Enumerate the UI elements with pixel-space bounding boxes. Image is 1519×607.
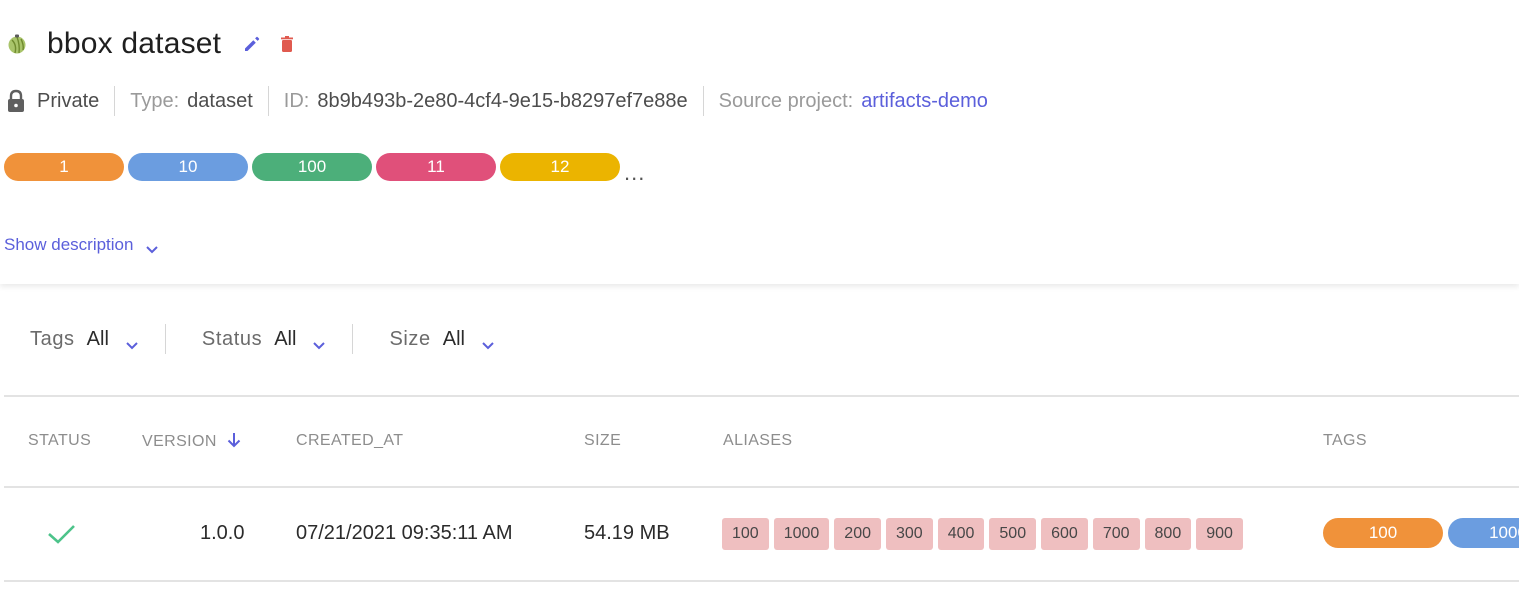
- visibility-label: Private: [37, 89, 100, 112]
- alias-chip[interactable]: 700: [1092, 518, 1140, 550]
- column-header-tags[interactable]: TAGS: [1323, 432, 1367, 450]
- tag-pill[interactable]: 12: [500, 153, 620, 181]
- column-header-label: VERSION: [142, 433, 217, 450]
- type-value: dataset: [187, 89, 253, 112]
- show-description-toggle[interactable]: Show description: [4, 232, 159, 258]
- table-row[interactable]: 1.0.0 07/21/2021 09:35:11 AM 54.19 MB 10…: [0, 488, 1519, 580]
- artifact-tags: 1 10 100 11 12 ...: [4, 152, 645, 185]
- filter-divider: [352, 324, 354, 354]
- column-header-status[interactable]: STATUS: [28, 432, 91, 450]
- chevron-down-icon: [145, 240, 159, 254]
- alias-chip[interactable]: 600: [1041, 518, 1088, 550]
- column-header-version[interactable]: VERSION: [142, 432, 241, 451]
- table-header: STATUS VERSION CREATED_AT SIZE ALIASES T…: [0, 420, 1519, 462]
- delete-icon[interactable]: [279, 35, 295, 53]
- meta-divider: [702, 86, 704, 116]
- id-value: 8b9b493b-2e80-4cf4-9e15-b8297ef7e88e: [317, 89, 688, 112]
- alias-chip[interactable]: 500: [989, 518, 1037, 550]
- tag-pill[interactable]: 100: [1323, 518, 1443, 548]
- alias-chip[interactable]: 100: [722, 518, 769, 550]
- filter-value: All: [274, 327, 297, 350]
- meta-divider: [114, 86, 116, 116]
- filter-divider: [164, 324, 166, 354]
- source-project-link[interactable]: artifacts-demo: [861, 90, 988, 113]
- chevron-down-icon: [312, 334, 326, 350]
- tags-filter[interactable]: Tags All: [30, 328, 139, 351]
- tag-pill[interactable]: 10: [128, 153, 248, 181]
- chevron-down-icon: [481, 334, 495, 350]
- id-key: ID:: [283, 89, 310, 112]
- filter-label: Size: [389, 327, 431, 350]
- dataset-logo-icon: [6, 33, 28, 55]
- tag-pill[interactable]: 100: [252, 153, 372, 181]
- size-filter[interactable]: Size All: [389, 328, 495, 351]
- filter-value: All: [86, 327, 109, 350]
- table-divider: [4, 395, 1519, 397]
- tag-pill[interactable]: 1000: [1448, 518, 1519, 548]
- show-description-label: Show description: [4, 235, 134, 254]
- filter-value: All: [442, 327, 465, 350]
- alias-chip[interactable]: 1000: [773, 518, 830, 550]
- page-title: bbox dataset: [47, 27, 222, 60]
- alias-chip[interactable]: 200: [834, 518, 881, 550]
- tag-pill[interactable]: 1: [4, 153, 124, 181]
- tag-pill[interactable]: 11: [376, 153, 496, 181]
- alias-chip[interactable]: 300: [886, 518, 933, 550]
- title-row: bbox dataset: [6, 24, 295, 64]
- filter-label: Status: [201, 327, 263, 350]
- artifact-meta: Private Type: dataset ID: 8b9b493b-2e80-…: [6, 84, 988, 118]
- source-project-key: Source project:: [718, 89, 854, 112]
- sort-arrow-down-icon[interactable]: [227, 432, 241, 448]
- aliases-cell: 100 1000 200 300 400 500 600 700 800 900: [722, 518, 1248, 550]
- chevron-down-icon: [125, 334, 139, 350]
- size-cell: 54.19 MB: [584, 522, 670, 544]
- status-filter[interactable]: Status All: [202, 328, 327, 351]
- version-cell: 1.0.0: [200, 522, 245, 544]
- table-divider: [4, 580, 1519, 582]
- created-at-cell: 07/21/2021 09:35:11 AM: [296, 522, 513, 544]
- check-icon: [47, 523, 77, 545]
- artifact-header: bbox dataset Private Type: dataset ID: 8…: [0, 0, 1519, 284]
- tags-cell: 100 1000: [1323, 518, 1519, 548]
- alias-chip[interactable]: 900: [1196, 518, 1243, 550]
- filter-label: Tags: [30, 327, 75, 350]
- alias-chip[interactable]: 800: [1144, 518, 1192, 550]
- column-header-created-at[interactable]: CREATED_AT: [296, 432, 403, 450]
- column-header-size[interactable]: SIZE: [584, 432, 621, 450]
- more-tags-ellipsis[interactable]: ...: [624, 160, 645, 186]
- edit-icon[interactable]: [243, 35, 261, 53]
- column-header-aliases[interactable]: ALIASES: [723, 432, 793, 450]
- type-key: Type:: [130, 89, 180, 112]
- alias-chip[interactable]: 400: [937, 518, 985, 550]
- meta-divider: [267, 86, 269, 116]
- lock-icon: [6, 89, 26, 113]
- filter-bar: Tags All Status All Size All: [30, 322, 495, 356]
